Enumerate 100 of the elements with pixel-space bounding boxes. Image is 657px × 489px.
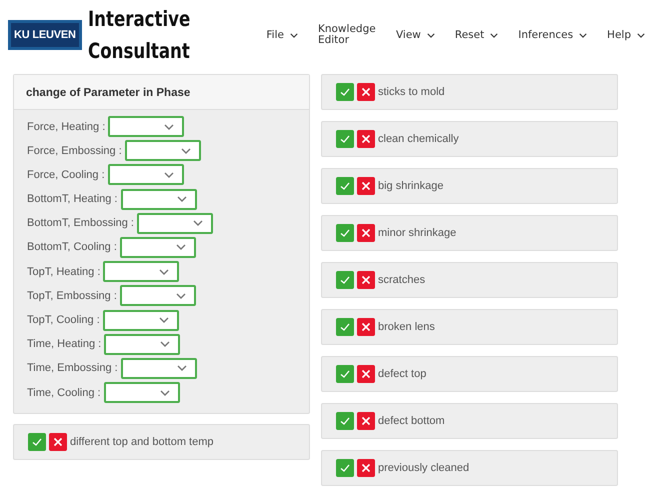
caret-icon	[579, 32, 588, 38]
yes-button[interactable]	[336, 365, 354, 383]
dropdown[interactable]	[104, 334, 180, 355]
app-title: Interactive	[88, 6, 190, 33]
menu-item[interactable]: File	[266, 29, 298, 41]
close-icon	[360, 133, 372, 145]
check-icon	[339, 133, 351, 145]
menu-item[interactable]: View	[396, 29, 435, 41]
no-button[interactable]	[357, 83, 375, 101]
yes-button[interactable]	[28, 433, 46, 452]
question-label: defect top	[378, 368, 426, 380]
yes-button[interactable]	[336, 177, 354, 195]
close-icon	[360, 274, 372, 286]
dropdown[interactable]	[137, 212, 213, 234]
yes-button[interactable]	[336, 271, 354, 289]
no-button[interactable]	[357, 271, 375, 289]
caret-icon	[426, 32, 435, 38]
question-label: defect bottom	[378, 415, 445, 427]
dropdown[interactable]	[103, 261, 180, 282]
check-icon	[339, 274, 351, 286]
close-icon	[52, 436, 64, 448]
field-label: TopT, Embossing :	[27, 290, 117, 302]
panel-title: change of Parameter in Phase	[26, 87, 190, 99]
close-icon	[360, 180, 372, 192]
no-button[interactable]	[357, 459, 375, 477]
caret-icon	[164, 124, 174, 130]
no-button[interactable]	[357, 318, 375, 336]
dropdown[interactable]	[120, 285, 196, 306]
menu-item[interactable]: Reset	[454, 29, 498, 41]
close-icon	[360, 86, 372, 98]
no-button[interactable]	[357, 224, 375, 242]
caret-icon	[176, 244, 186, 250]
question-label: clean chemically	[378, 133, 459, 145]
no-button[interactable]	[357, 130, 375, 148]
caret-icon	[290, 32, 298, 38]
field-label: TopT, Heating :	[27, 266, 100, 278]
caret-icon	[159, 268, 170, 275]
caret-icon	[637, 32, 645, 38]
dropdown[interactable]	[120, 188, 196, 210]
menu-item[interactable]: Inferences	[518, 29, 588, 41]
app-title: Consultant	[88, 38, 190, 65]
caret-icon	[160, 341, 170, 348]
question-label: sticks to mold	[378, 86, 445, 98]
check-icon	[31, 436, 43, 448]
menu-item[interactable]: Help	[607, 29, 645, 41]
caret-icon	[490, 32, 498, 38]
field-label: BottomT, Cooling :	[27, 241, 117, 254]
question-label: previously cleaned	[378, 462, 470, 474]
question-label: minor shrinkage	[378, 227, 456, 239]
field-label: Time, Cooling :	[27, 386, 101, 399]
question-label: different top and bottom temp	[70, 436, 214, 448]
check-icon	[339, 227, 351, 239]
no-button[interactable]	[357, 365, 375, 383]
caret-icon	[176, 196, 186, 202]
no-button[interactable]	[357, 412, 375, 430]
check-icon	[339, 86, 351, 98]
field-label: Force, Cooling :	[27, 168, 105, 181]
caret-icon	[176, 292, 186, 299]
check-icon	[339, 180, 351, 192]
dropdown[interactable]	[124, 140, 201, 162]
question-label: broken lens	[378, 321, 435, 333]
yes-button[interactable]	[336, 318, 354, 336]
field-label: Force, Embossing :	[27, 144, 122, 157]
dropdown[interactable]	[120, 236, 196, 258]
field-label: BottomT, Embossing :	[27, 217, 134, 230]
close-icon	[360, 321, 372, 333]
yes-button[interactable]	[336, 459, 354, 477]
close-icon	[360, 462, 372, 474]
dropdown[interactable]	[102, 310, 179, 330]
caret-icon	[193, 220, 203, 226]
dropdown[interactable]	[104, 382, 180, 404]
field-label: TopT, Cooling :	[27, 314, 100, 326]
yes-button[interactable]	[336, 83, 354, 101]
dropdown[interactable]	[120, 358, 197, 379]
menu-item[interactable]: Knowledge Editor	[318, 24, 376, 46]
close-icon	[360, 415, 372, 427]
dropdown[interactable]	[108, 164, 184, 186]
caret-icon	[180, 148, 191, 154]
caret-icon	[160, 390, 170, 396]
caret-icon	[164, 172, 174, 178]
no-button[interactable]	[357, 177, 375, 195]
check-icon	[339, 321, 351, 333]
logo: KU LEUVEN	[8, 20, 82, 50]
check-icon	[339, 415, 351, 427]
field-label: BottomT, Heating :	[27, 193, 118, 206]
dropdown[interactable]	[108, 116, 184, 137]
question-label: scratches	[378, 274, 426, 286]
field-label: Time, Embossing :	[27, 362, 118, 374]
close-icon	[360, 368, 372, 380]
yes-button[interactable]	[336, 224, 354, 242]
check-icon	[339, 368, 351, 380]
no-button[interactable]	[49, 433, 67, 452]
caret-icon	[158, 317, 169, 323]
caret-icon	[176, 365, 187, 372]
close-icon	[360, 227, 372, 239]
question-label: big shrinkage	[378, 180, 444, 192]
yes-button[interactable]	[336, 412, 354, 430]
field-label: Force, Heating :	[27, 120, 106, 132]
yes-button[interactable]	[336, 130, 354, 148]
check-icon	[339, 462, 351, 474]
